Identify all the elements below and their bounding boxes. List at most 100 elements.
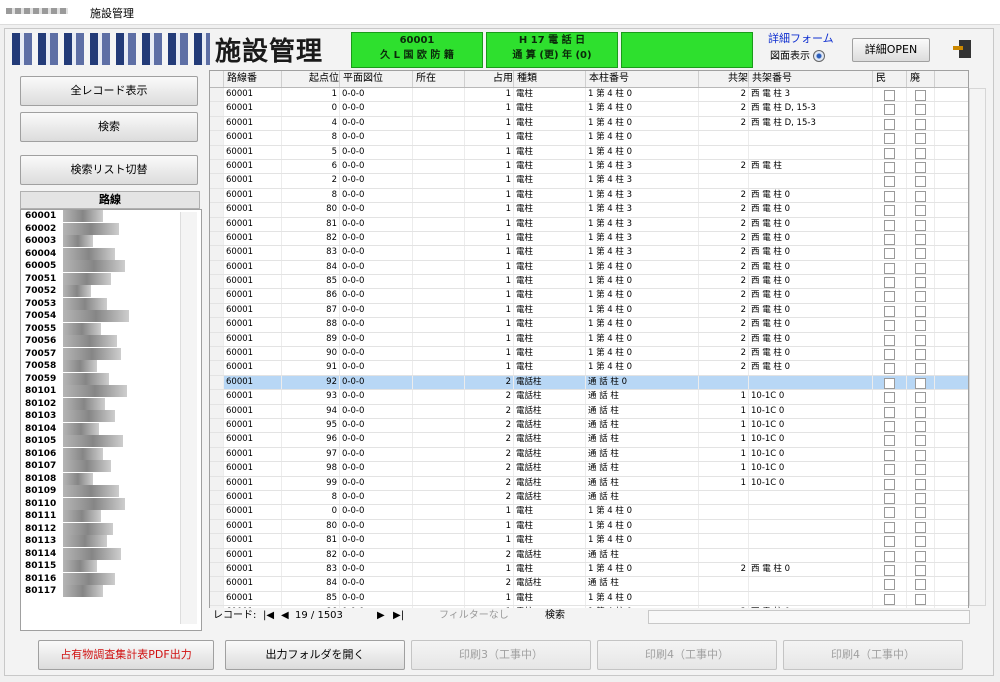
table-cell[interactable] — [413, 433, 465, 447]
table-cell[interactable]: 83 — [282, 246, 340, 260]
table-cell[interactable]: 1 — [465, 534, 514, 548]
table-cell[interactable]: 電柱 — [514, 188, 586, 203]
column-header[interactable]: 本柱番号 — [586, 71, 699, 87]
table-cell[interactable]: 1 第 4 柱 3 — [586, 203, 699, 217]
row-checkbox[interactable] — [915, 334, 926, 346]
table-cell[interactable]: 1 — [465, 332, 514, 347]
table-cell[interactable] — [413, 462, 465, 476]
table-cell[interactable] — [749, 490, 873, 505]
row-checkbox[interactable] — [915, 507, 926, 519]
table-cell[interactable] — [413, 591, 465, 606]
row-checkbox[interactable] — [915, 550, 926, 562]
table-row[interactable]: 60001 98 0-0-0 2 電話柱通 話 柱 1 10-1C 0 — [210, 462, 968, 477]
table-row[interactable]: 60001 88 0-0-0 1 電柱 1 第 4 柱 02西 電 柱 0 — [210, 318, 968, 333]
table-cell[interactable]: 1 — [465, 289, 514, 303]
checkbox-cell[interactable] — [873, 246, 907, 260]
table-row[interactable]: 60001 99 0-0-0 2 電話柱通 話 柱 1 10-1C 0 — [210, 476, 968, 491]
row-selector[interactable] — [210, 188, 224, 203]
row-checkbox[interactable] — [884, 104, 895, 116]
table-cell[interactable]: 西 電 柱 0 — [749, 332, 873, 347]
table-cell[interactable]: 60001 — [224, 246, 282, 260]
table-cell[interactable]: 60001 — [224, 217, 282, 231]
checkbox-cell[interactable] — [873, 203, 907, 217]
checkbox-cell[interactable] — [907, 260, 935, 275]
table-cell[interactable]: 1 — [465, 159, 514, 174]
table-cell[interactable]: 1 — [465, 562, 514, 577]
table-cell[interactable]: 電柱 — [514, 102, 586, 116]
row-checkbox[interactable] — [915, 248, 926, 260]
table-cell[interactable]: 2 — [699, 217, 749, 231]
table-cell[interactable] — [413, 102, 465, 116]
checkbox-cell[interactable] — [907, 188, 935, 203]
column-header[interactable]: 占用 — [465, 71, 514, 87]
row-checkbox[interactable] — [884, 564, 895, 576]
row-checkbox[interactable] — [915, 449, 926, 461]
table-cell[interactable]: 0-0-0 — [340, 548, 413, 562]
table-row[interactable]: 60001 83 0-0-0 1 電柱 1 第 4 柱 02西 電 柱 0 — [210, 562, 968, 578]
checkbox-cell[interactable] — [907, 505, 935, 519]
table-cell[interactable]: 西 電 柱 0 — [749, 260, 873, 275]
table-cell[interactable]: 4 — [282, 116, 340, 131]
table-cell[interactable]: 1 — [465, 303, 514, 318]
table-cell[interactable]: 1 第 4 柱 0 — [586, 102, 699, 116]
table-cell[interactable]: 1 — [465, 246, 514, 260]
table-cell[interactable]: 10-1C 0 — [749, 447, 873, 462]
checkbox-cell[interactable] — [907, 303, 935, 318]
table-cell[interactable]: 電柱 — [514, 159, 586, 174]
table-cell[interactable] — [413, 361, 465, 375]
table-cell[interactable]: 60001 — [224, 476, 282, 490]
table-cell[interactable]: 60001 — [224, 447, 282, 462]
table-cell[interactable] — [413, 231, 465, 246]
row-checkbox[interactable] — [884, 291, 895, 303]
table-cell[interactable]: 2 — [699, 159, 749, 174]
table-cell[interactable]: 電話柱 — [514, 476, 586, 490]
row-checkbox[interactable] — [884, 536, 895, 548]
checkbox-cell[interactable] — [873, 476, 907, 490]
table-cell[interactable]: 西 電 柱 0 — [749, 361, 873, 375]
row-checkbox[interactable] — [884, 550, 895, 562]
table-cell[interactable] — [749, 577, 873, 591]
row-checkbox[interactable] — [915, 291, 926, 303]
table-cell[interactable]: 1 — [699, 418, 749, 433]
checkbox-cell[interactable] — [873, 102, 907, 116]
table-cell[interactable]: 0-0-0 — [340, 88, 413, 102]
table-cell[interactable]: 1 第 4 柱 3 — [586, 246, 699, 260]
checkbox-cell[interactable] — [873, 418, 907, 433]
table-cell[interactable]: 電柱 — [514, 303, 586, 318]
nav-last-icon[interactable]: ▶| — [393, 608, 404, 624]
row-checkbox[interactable] — [884, 579, 895, 591]
table-cell[interactable]: 1 — [465, 361, 514, 375]
row-checkbox[interactable] — [915, 464, 926, 476]
table-cell[interactable]: 60001 — [224, 303, 282, 318]
table-cell[interactable]: 1 — [465, 347, 514, 361]
table-cell[interactable]: 西 電 柱 0 — [749, 318, 873, 332]
row-checkbox[interactable] — [884, 147, 895, 159]
checkbox-cell[interactable] — [873, 318, 907, 332]
table-cell[interactable] — [699, 505, 749, 519]
table-cell[interactable]: 1 第 4 柱 0 — [586, 116, 699, 131]
table-cell[interactable]: 電柱 — [514, 217, 586, 231]
checkbox-cell[interactable] — [907, 275, 935, 289]
table-cell[interactable]: 西 電 柱 0 — [749, 275, 873, 289]
table-cell[interactable]: 1 第 4 柱 0 — [586, 131, 699, 145]
table-cell[interactable]: 2 — [699, 303, 749, 318]
checkbox-cell[interactable] — [873, 447, 907, 462]
route-list-item[interactable]: 80108 — [21, 472, 201, 486]
table-cell[interactable] — [749, 505, 873, 519]
checkbox-cell[interactable] — [873, 260, 907, 275]
table-row[interactable]: 60001 80 0-0-0 1 電柱 1 第 4 柱 0 — [210, 519, 968, 535]
table-cell[interactable]: 1 第 4 柱 0 — [586, 318, 699, 332]
row-checkbox[interactable] — [915, 262, 926, 274]
checkbox-cell[interactable] — [873, 217, 907, 231]
row-checkbox[interactable] — [915, 435, 926, 447]
table-cell[interactable]: 60001 — [224, 289, 282, 303]
table-cell[interactable]: 60001 — [224, 188, 282, 203]
table-cell[interactable]: 1 第 4 柱 3 — [586, 174, 699, 188]
checkbox-cell[interactable] — [907, 447, 935, 462]
table-cell[interactable]: 1 第 4 柱 0 — [586, 534, 699, 548]
row-checkbox[interactable] — [884, 176, 895, 188]
table-cell[interactable]: 1 第 4 柱 3 — [586, 231, 699, 246]
route-list-item[interactable]: 80114 — [21, 547, 201, 561]
checkbox-cell[interactable] — [873, 562, 907, 577]
table-cell[interactable]: 0-0-0 — [340, 203, 413, 217]
